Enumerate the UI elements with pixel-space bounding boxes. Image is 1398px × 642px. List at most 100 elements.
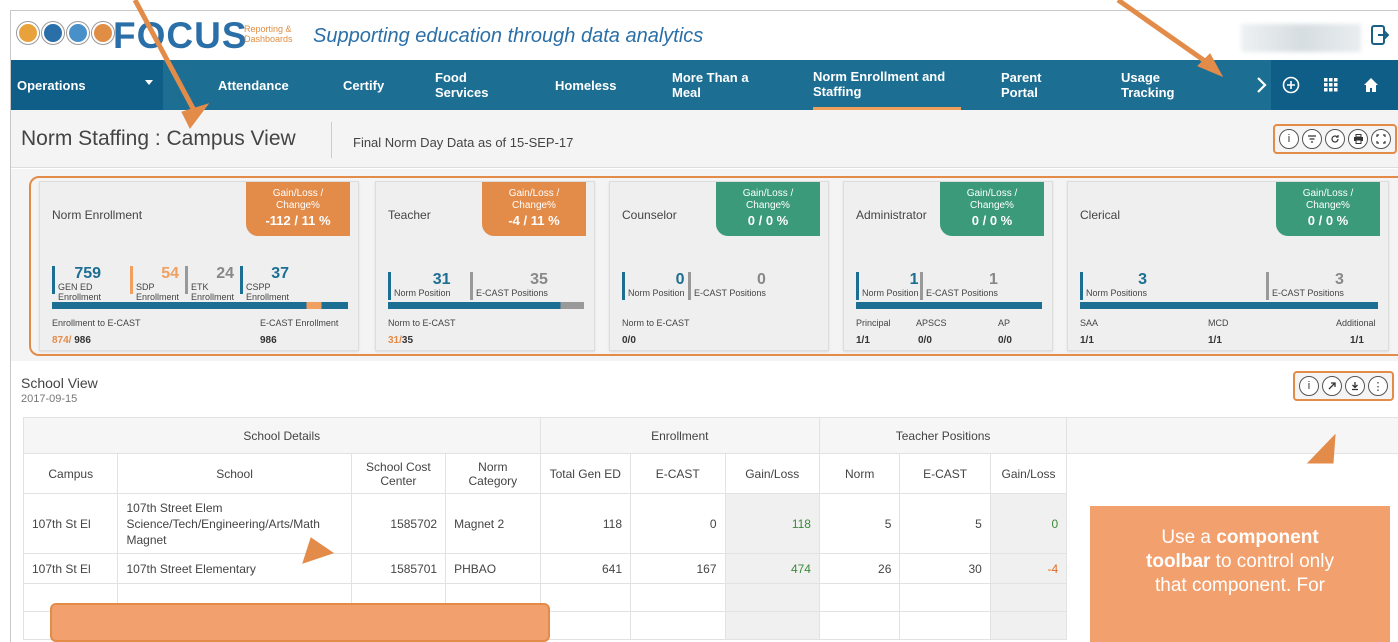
- cell-school: 107th Street Elem Science/Tech/Engineeri…: [117, 493, 352, 554]
- grid-icon[interactable]: [1311, 60, 1351, 110]
- section-title: School View: [21, 375, 98, 391]
- metric-value: 54: [161, 265, 180, 282]
- nav-item-certify[interactable]: Certify: [343, 60, 384, 110]
- nav-item-attendance[interactable]: Attendance: [218, 60, 289, 110]
- cell-gen-ed: 118: [539, 493, 632, 554]
- metric-bar: [240, 266, 243, 294]
- card-clerical[interactable]: Clerical Gain/Loss / Change% 0 / 0 % 3 N…: [1067, 181, 1389, 351]
- cell-category: PHBAO: [445, 553, 541, 584]
- footer-label: Principal: [856, 318, 891, 328]
- column-header[interactable]: Total Gen ED: [539, 453, 632, 494]
- group-header: Teacher Positions: [818, 417, 1068, 454]
- dropdown-label: Operations: [17, 77, 86, 93]
- more-options-icon[interactable]: ⋮: [1368, 376, 1388, 396]
- metric-bar: [130, 266, 133, 294]
- callout-text-bold: component: [1216, 527, 1319, 548]
- card-administrator[interactable]: Administrator Gain/Loss / Change% 0 / 0 …: [843, 181, 1053, 351]
- home-icon[interactable]: [1351, 60, 1391, 110]
- metric-bar: [622, 272, 625, 300]
- filter-icon[interactable]: [1302, 129, 1322, 149]
- footer-label: Norm to E-CAST: [388, 318, 456, 328]
- nav-item-norm-enrollment[interactable]: Norm Enrollment and Staffing: [813, 60, 961, 110]
- metric-label: E-CAST Positions: [926, 288, 998, 298]
- table-group-header: School Details Enrollment Teacher Positi…: [23, 417, 1398, 454]
- badge-icon: [67, 22, 89, 44]
- cell-teacher-gain-loss: 0: [989, 493, 1068, 554]
- card-norm-enrollment[interactable]: Norm Enrollment Gain/Loss / Change% -112…: [39, 181, 359, 351]
- page-subtitle: Final Norm Day Data as of 15-SEP-17: [353, 135, 574, 150]
- footer-value: 1/1: [856, 335, 870, 346]
- metric-value: 0: [675, 271, 685, 288]
- brand-name: FOCUS: [113, 15, 248, 56]
- footer-value: 1/1: [1208, 335, 1222, 346]
- metric-bar: [52, 266, 55, 294]
- metric-bar: [470, 272, 473, 300]
- user-name-blurred[interactable]: [1241, 24, 1361, 52]
- callout-text: that component. For: [1154, 575, 1326, 596]
- refresh-icon[interactable]: [1325, 129, 1345, 149]
- operations-dropdown[interactable]: Operations: [11, 60, 163, 110]
- footer-value: 31/35: [388, 335, 413, 346]
- column-header[interactable]: E-CAST: [630, 453, 726, 494]
- gain-loss-badge: Gain/Loss / Change% -112 / 11 %: [246, 182, 350, 236]
- fullscreen-icon[interactable]: [1371, 129, 1391, 149]
- card-title: Teacher: [388, 208, 431, 222]
- column-header[interactable]: Norm Category: [445, 453, 541, 494]
- nav-item-parent-portal[interactable]: Parent Portal: [1001, 60, 1051, 110]
- metric-value: 1: [909, 271, 919, 288]
- info-icon[interactable]: i: [1279, 129, 1299, 149]
- logout-icon[interactable]: [1371, 25, 1391, 47]
- expand-icon[interactable]: [1322, 376, 1342, 396]
- metric-ecast-positions: 35 E-CAST Positions: [470, 272, 548, 300]
- card-counselor[interactable]: Counselor Gain/Loss / Change% 0 / 0 % 0 …: [609, 181, 829, 351]
- metric-ecast-positions: 1 E-CAST Positions: [920, 272, 998, 300]
- footer-value-part: 986: [74, 335, 91, 346]
- page-title: Norm Staffing : Campus View: [21, 127, 296, 150]
- component-toolbar: i ⋮: [1293, 371, 1394, 401]
- column-header[interactable]: Norm: [818, 453, 901, 494]
- summary-cards: Norm Enrollment Gain/Loss / Change% -112…: [11, 169, 1398, 361]
- metric-bar: [185, 266, 188, 294]
- metric-cspp: 37 CSPP Enrollment: [240, 266, 289, 302]
- gain-label: Gain/Loss / Change%: [742, 188, 794, 211]
- footer-value: 1/1: [1350, 335, 1364, 346]
- cell-teacher-ecast: 30: [899, 553, 991, 584]
- nav-item-more-than-a-meal[interactable]: More Than a Meal: [672, 60, 762, 110]
- nav-item-food-services[interactable]: Food Services: [435, 60, 505, 110]
- column-header[interactable]: School: [117, 453, 352, 494]
- metric-bar: [856, 272, 859, 300]
- column-header[interactable]: Gain/Loss: [724, 453, 820, 494]
- footer-label: Norm to E-CAST: [622, 318, 690, 328]
- clerical-progress-bar: [1080, 302, 1378, 309]
- card-teacher[interactable]: Teacher Gain/Loss / Change% -4 / 11 % 31…: [375, 181, 595, 351]
- nav-item-homeless[interactable]: Homeless: [555, 60, 616, 110]
- gain-value: 0 / 0 %: [971, 213, 1013, 228]
- footer-value: 1/1: [1080, 335, 1094, 346]
- metric-value: 35: [530, 271, 548, 288]
- metric-bar: [1266, 272, 1269, 300]
- column-header[interactable]: Gain/Loss: [989, 453, 1068, 494]
- column-header[interactable]: Campus: [22, 453, 119, 494]
- badge-icon: [17, 22, 39, 44]
- metric-gen-ed: 759 GEN ED Enrollment: [52, 266, 101, 302]
- metric-bar: [388, 272, 391, 300]
- footer-value-part: 35: [401, 335, 414, 346]
- brand-subtitle: Reporting & Dashboards: [244, 24, 293, 44]
- column-header[interactable]: School Cost Center: [350, 453, 447, 494]
- add-circle-icon[interactable]: [1271, 60, 1311, 110]
- download-icon[interactable]: [1345, 376, 1365, 396]
- gain-value: -4 / 11 %: [508, 213, 560, 228]
- info-icon[interactable]: i: [1299, 376, 1319, 396]
- print-icon[interactable]: [1348, 129, 1368, 149]
- gain-value: -112 / 11 %: [265, 213, 331, 228]
- nav-item-usage-tracking[interactable]: Usage Tracking: [1121, 60, 1181, 110]
- gain-label: Gain/Loss / Change%: [272, 188, 324, 211]
- metric-ecast-positions: 0 E-CAST Positions: [688, 272, 766, 300]
- page-toolbar: i: [1273, 124, 1397, 154]
- gain-value: 0 / 0 %: [1307, 213, 1349, 228]
- metric-bar: [688, 272, 691, 300]
- metric-sdp: 54 SDP Enrollment: [130, 266, 179, 302]
- column-header[interactable]: E-CAST: [899, 453, 991, 494]
- footer-label: Additional: [1336, 318, 1376, 328]
- footer-label: SAA: [1080, 318, 1099, 328]
